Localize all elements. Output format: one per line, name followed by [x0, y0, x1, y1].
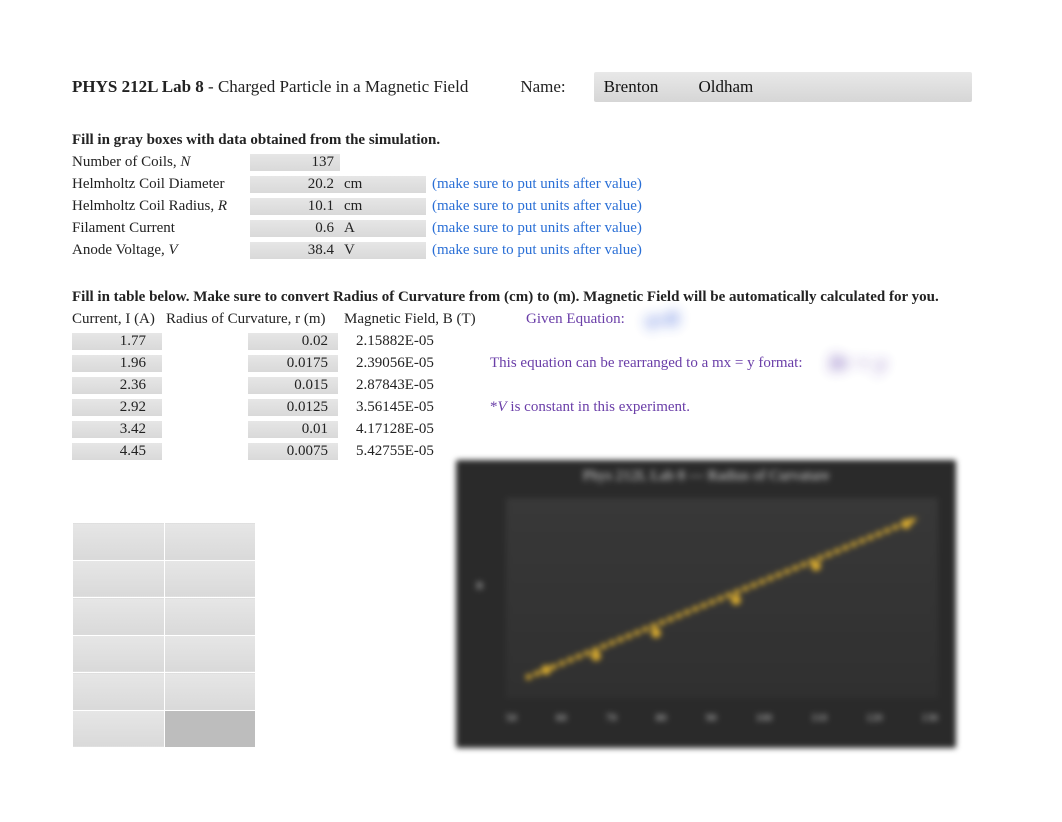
param-unit-cell[interactable]: V: [340, 242, 426, 259]
param-hint: (make sure to put units after value): [426, 242, 642, 259]
chart-xtick: 70: [606, 712, 617, 724]
page-title: PHYS 212L Lab 8 - Charged Particle in a …: [72, 77, 468, 97]
chart-xtick: 100: [756, 712, 773, 724]
cell-magfield: 2.39056E-05: [356, 355, 486, 372]
table-row: 4.45 0.0075 5.42755E-05: [72, 440, 992, 462]
param-value-cell[interactable]: 137: [250, 154, 340, 171]
cell-radius[interactable]: 0.02: [248, 333, 338, 350]
param-label: Helmholtz Coil Diameter: [72, 176, 250, 193]
table-row: 2.36 0.015 2.87843E-05: [72, 374, 992, 396]
course-subtitle: - Charged Particle in a Magnetic Field: [204, 77, 469, 96]
param-row: Helmholtz Coil Radius, R10.1cm(make sure…: [72, 195, 992, 217]
constant-note: *V is constant in this experiment.: [490, 399, 690, 416]
equation-blurred: qvB: [645, 306, 679, 332]
chart-xtick: 60: [556, 712, 567, 724]
instruction-table: Fill in table below. Make sure to conver…: [72, 289, 992, 306]
instruction-simulation: Fill in gray boxes with data obtained fr…: [72, 132, 992, 149]
last-name: Oldham: [698, 77, 753, 97]
param-unit-cell[interactable]: A: [340, 220, 426, 237]
course-code: PHYS 212L Lab 8: [72, 77, 204, 96]
cell-radius[interactable]: 0.01: [248, 421, 338, 438]
name-label: Name:: [520, 77, 565, 97]
cell-radius[interactable]: 0.0075: [248, 443, 338, 460]
cell-magfield: 2.87843E-05: [356, 377, 486, 394]
chart-trendline: [506, 498, 938, 698]
cell-current[interactable]: 2.36: [72, 377, 162, 394]
col-header-magfield: Magnetic Field, B (T): [344, 311, 522, 328]
blank-summary-grid[interactable]: [72, 522, 256, 748]
param-value-cell[interactable]: 20.2: [250, 176, 340, 193]
param-unit-cell[interactable]: cm: [340, 176, 426, 193]
chart-xtick: 90: [706, 712, 717, 724]
table-row: 3.42 0.01 4.17128E-05: [72, 418, 992, 440]
cell-radius[interactable]: 0.015: [248, 377, 338, 394]
chart-xtick: 120: [866, 712, 883, 724]
param-label: Anode Voltage, V: [72, 242, 250, 259]
col-header-radius: Radius of Curvature, r (m): [166, 311, 344, 328]
table-row: 1.77 0.02 2.15882E-05: [72, 330, 992, 352]
cell-magfield: 5.42755E-05: [356, 443, 486, 460]
cell-magfield: 3.56145E-05: [356, 399, 486, 416]
param-value-cell[interactable]: 38.4: [250, 242, 340, 259]
cell-current[interactable]: 1.77: [72, 333, 162, 350]
chart-xtick: 80: [656, 712, 667, 724]
cell-current[interactable]: 1.96: [72, 355, 162, 372]
param-hint: (make sure to put units after value): [426, 176, 642, 193]
param-hint: (make sure to put units after value): [426, 198, 642, 215]
param-unit-cell[interactable]: cm: [340, 198, 426, 215]
param-row: Number of Coils, N137: [72, 151, 992, 173]
cell-radius[interactable]: 0.0175: [248, 355, 338, 372]
chart-xticks: 50 60 70 80 90 100 110 120 130: [506, 712, 938, 724]
cell-magfield: 2.15882E-05: [356, 333, 486, 350]
first-name: Brenton: [604, 77, 659, 97]
param-value-cell[interactable]: 0.6: [250, 220, 340, 237]
chart-ylabel: B: [476, 580, 483, 592]
name-field[interactable]: Brenton Oldham: [594, 72, 972, 102]
table-row: 2.92 0.0125 3.56145E-05*V is constant in t…: [72, 396, 992, 418]
param-label: Number of Coils, N: [72, 154, 250, 171]
chart-xtick: 130: [921, 712, 938, 724]
chart-xtick: 50: [506, 712, 517, 724]
cell-radius[interactable]: 0.0125: [248, 399, 338, 416]
param-value-cell[interactable]: 10.1: [250, 198, 340, 215]
cell-magfield: 4.17128E-05: [356, 421, 486, 438]
param-row: Anode Voltage, V38.4V(make sure to put u…: [72, 239, 992, 261]
rearranged-label: This equation can be rearranged to a mx …: [490, 355, 803, 372]
table-row: 1.96 0.0175 2.39056E-05This equation can b…: [72, 352, 992, 374]
param-row: Helmholtz Coil Diameter20.2cm(make sure …: [72, 173, 992, 195]
chart-xtick: 110: [811, 712, 827, 724]
chart-title: Phys 212L Lab 8 — Radius of Curvature: [456, 468, 956, 485]
param-row: Filament Current0.6A(make sure to put un…: [72, 217, 992, 239]
cell-current[interactable]: 2.92: [72, 399, 162, 416]
param-label: Helmholtz Coil Radius, R: [72, 198, 250, 215]
chart-area: Phys 212L Lab 8 — Radius of Curvature B …: [456, 460, 956, 748]
param-hint: (make sure to put units after value): [426, 220, 642, 237]
param-label: Filament Current: [72, 220, 250, 237]
cell-current[interactable]: 4.45: [72, 443, 162, 460]
equation-blurred-2: Br = y: [829, 350, 887, 376]
given-equation-label: Given Equation:: [526, 311, 625, 328]
cell-current[interactable]: 3.42: [72, 421, 162, 438]
col-header-current: Current, I (A): [72, 311, 166, 328]
